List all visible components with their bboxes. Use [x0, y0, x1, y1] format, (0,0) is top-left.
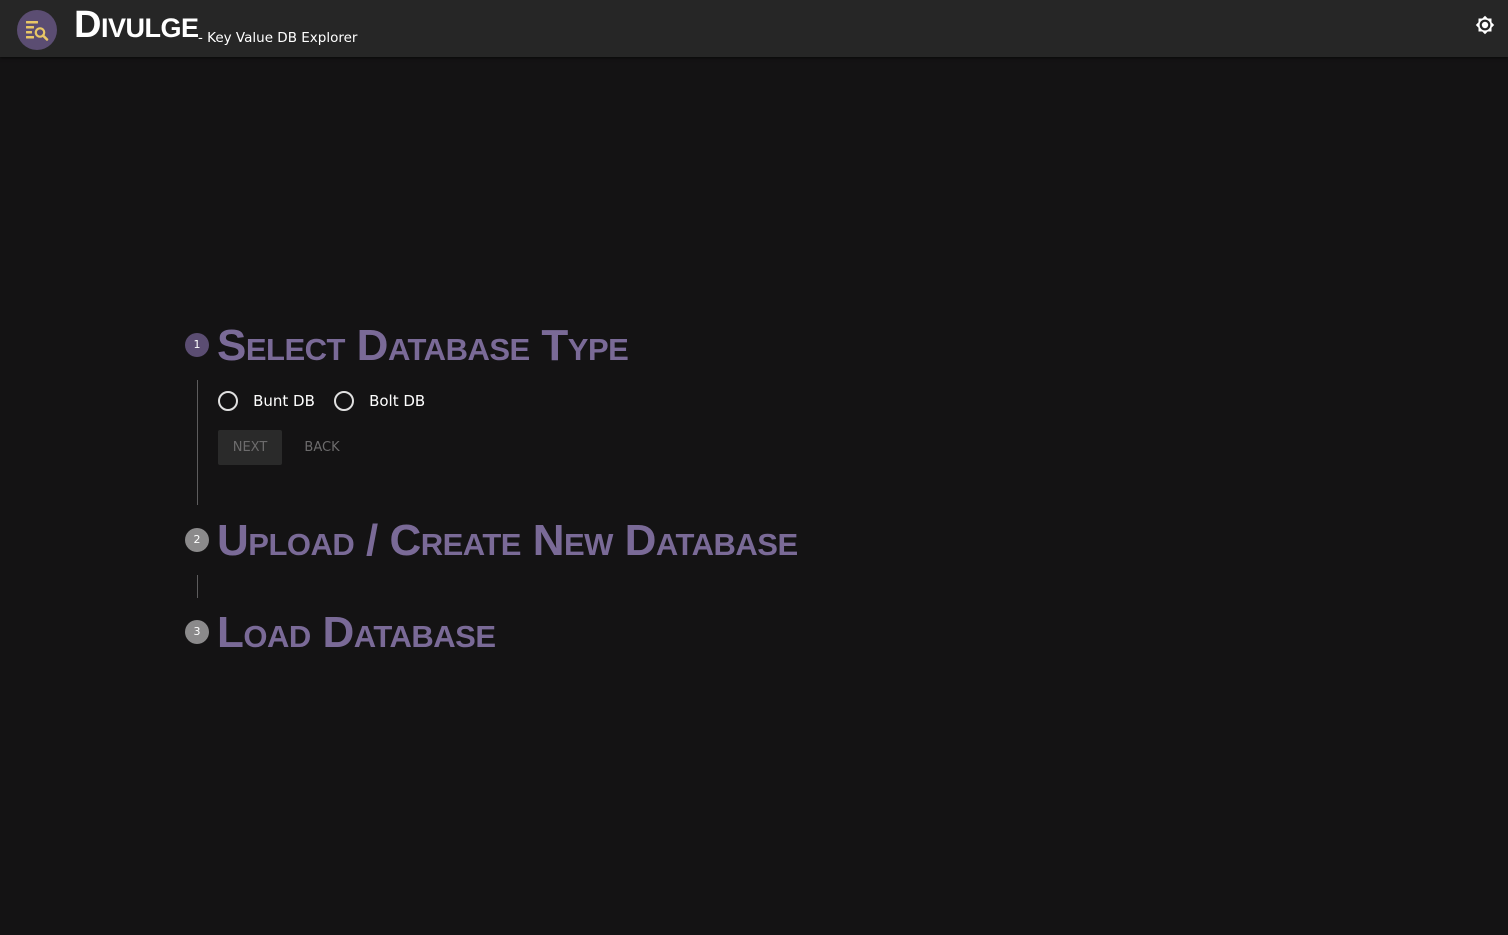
- database-search-icon: [26, 21, 49, 41]
- step-1-number: 1: [185, 333, 209, 357]
- db-type-radio-group: Bunt DB Bolt DB: [218, 390, 425, 412]
- radio-bolt-db-label: Bolt DB: [369, 391, 426, 410]
- radio-bunt-db[interactable]: Bunt DB: [218, 390, 315, 411]
- radio-bunt-db-label: Bunt DB: [253, 391, 315, 410]
- back-button[interactable]: BACK: [292, 430, 352, 465]
- radio-bolt-db[interactable]: Bolt DB: [333, 390, 426, 411]
- app-logo: [17, 10, 57, 50]
- step-2-title: Upload / Create New Database: [217, 516, 798, 565]
- step-3-title: Load Database: [217, 608, 496, 657]
- app-title: Divulge: [74, 4, 199, 46]
- theme-toggle-button[interactable]: [1471, 11, 1499, 39]
- step-3-number: 3: [185, 620, 209, 644]
- app-subtitle: - Key Value DB Explorer: [198, 30, 358, 46]
- radio-button-icon[interactable]: [218, 390, 238, 411]
- brightness-icon: [1475, 15, 1495, 35]
- app-bar: Divulge - Key Value DB Explorer: [0, 0, 1508, 57]
- step-2-connector: [197, 575, 198, 598]
- radio-button-icon[interactable]: [333, 390, 354, 411]
- next-button[interactable]: NEXT: [218, 430, 282, 465]
- step-1-title: Select Database Type: [217, 321, 629, 370]
- step-1-connector: [197, 380, 198, 505]
- step-2-number: 2: [185, 528, 209, 552]
